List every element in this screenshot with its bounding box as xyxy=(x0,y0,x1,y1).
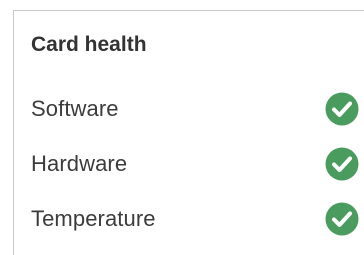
health-item-temperature: Temperature xyxy=(31,202,359,236)
health-item-label: Software xyxy=(31,96,119,121)
check-circle-icon xyxy=(325,147,359,181)
health-item-label: Temperature xyxy=(31,206,156,231)
card-health-panel: Card health Software Hardware Temperatur… xyxy=(13,10,364,255)
check-circle-icon xyxy=(325,92,359,126)
health-item-software: Software xyxy=(31,92,359,126)
health-item-hardware: Hardware xyxy=(31,147,359,181)
card-title: Card health xyxy=(31,33,147,56)
check-circle-icon xyxy=(325,202,359,236)
health-item-label: Hardware xyxy=(31,151,128,176)
